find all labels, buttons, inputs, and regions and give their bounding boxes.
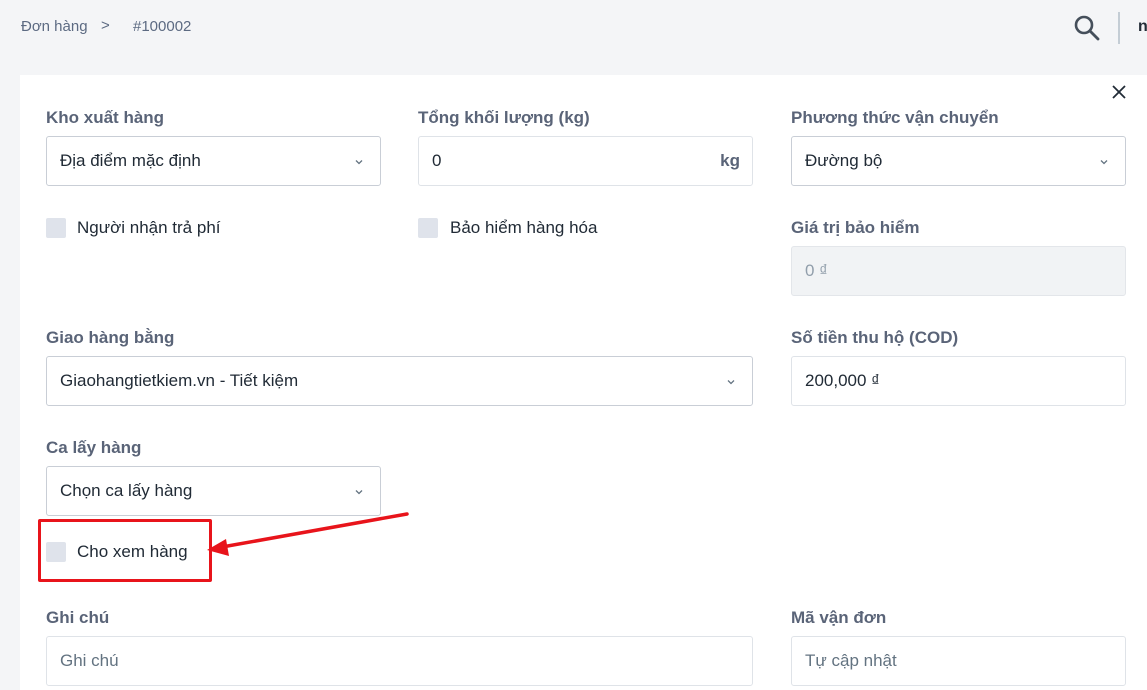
tracking-code-placeholder: Tự cập nhật bbox=[805, 651, 897, 670]
tracking-code-label: Mã vận đơn bbox=[791, 608, 887, 627]
chevron-down-icon bbox=[1100, 160, 1108, 165]
chevron-down-icon bbox=[355, 160, 363, 165]
insurance-value-value: 0 ₫ bbox=[805, 261, 828, 280]
chevron-down-icon bbox=[727, 380, 735, 385]
warehouse-value: Địa điểm mặc định bbox=[60, 151, 201, 170]
insurance-checkbox[interactable] bbox=[418, 218, 438, 238]
shipping-method-label: Phương thức vận chuyển bbox=[791, 108, 999, 127]
pickup-shift-label: Ca lấy hàng bbox=[46, 438, 142, 457]
top-bar: Đơn hàng > #100002 n bbox=[0, 0, 1147, 54]
note-input[interactable]: Ghi chú bbox=[46, 636, 753, 686]
shipping-method-select[interactable]: Đường bộ bbox=[791, 136, 1126, 186]
warehouse-select[interactable]: Địa điểm mặc định bbox=[46, 136, 381, 186]
weight-unit: kg bbox=[720, 151, 740, 170]
tracking-code-input[interactable]: Tự cập nhật bbox=[791, 636, 1126, 686]
receiver-pays-checkbox[interactable] bbox=[46, 218, 66, 238]
note-label: Ghi chú bbox=[46, 608, 110, 627]
cod-input[interactable]: 200,000 ₫ bbox=[791, 356, 1126, 406]
header-divider bbox=[1118, 12, 1120, 44]
cod-label: Số tiền thu hộ (COD) bbox=[791, 328, 959, 347]
insurance-label[interactable]: Bảo hiểm hàng hóa bbox=[450, 218, 597, 238]
carrier-select[interactable]: Giaohangtietkiem.vn - Tiết kiệm bbox=[46, 356, 753, 406]
user-menu[interactable]: n bbox=[1138, 18, 1147, 36]
weight-input[interactable]: 0 kg bbox=[418, 136, 753, 186]
warehouse-label: Kho xuất hàng bbox=[46, 108, 165, 127]
carrier-value: Giaohangtietkiem.vn - Tiết kiệm bbox=[60, 371, 299, 390]
insurance-value-label: Giá trị bảo hiểm bbox=[791, 218, 920, 237]
insurance-value-input: 0 ₫ bbox=[791, 246, 1126, 296]
receiver-pays-label[interactable]: Người nhận trả phí bbox=[77, 218, 221, 238]
carrier-label: Giao hàng bằng bbox=[46, 328, 175, 347]
weight-value: 0 bbox=[432, 151, 442, 170]
breadcrumb-separator: > bbox=[101, 17, 110, 34]
close-icon[interactable] bbox=[1111, 84, 1127, 100]
breadcrumb-order-id: #100002 bbox=[133, 18, 192, 35]
search-icon[interactable] bbox=[1073, 14, 1101, 42]
chevron-down-icon bbox=[355, 490, 363, 495]
pickup-shift-value: Chọn ca lấy hàng bbox=[60, 481, 193, 500]
shipping-method-value: Đường bộ bbox=[805, 151, 883, 170]
note-placeholder: Ghi chú bbox=[60, 651, 119, 670]
breadcrumb-orders[interactable]: Đơn hàng bbox=[21, 18, 88, 35]
cod-value: 200,000 ₫ bbox=[805, 371, 880, 390]
highlight-box bbox=[38, 519, 212, 582]
weight-label: Tổng khối lượng (kg) bbox=[418, 108, 590, 127]
pickup-shift-select[interactable]: Chọn ca lấy hàng bbox=[46, 466, 381, 516]
